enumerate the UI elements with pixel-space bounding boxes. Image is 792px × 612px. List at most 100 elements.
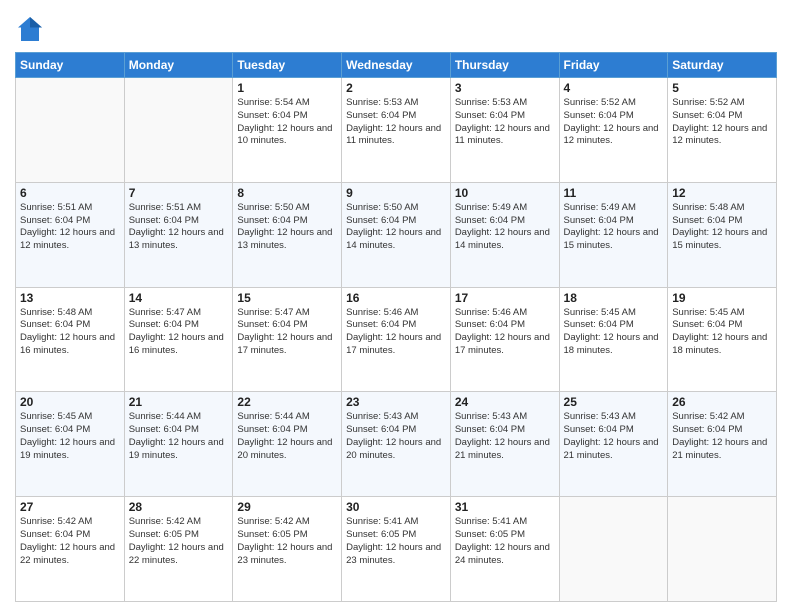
day-info: Sunrise: 5:42 AM Sunset: 6:05 PM Dayligh…: [237, 516, 337, 567]
day-info: Sunrise: 5:50 AM Sunset: 6:04 PM Dayligh…: [346, 202, 446, 253]
calendar-cell: 6 Sunrise: 5:51 AM Sunset: 6:04 PM Daylig…: [16, 182, 125, 287]
calendar-cell: 19 Sunrise: 5:45 AM Sunset: 6:04 PM Dayli…: [668, 287, 777, 392]
page: SundayMondayTuesdayWednesdayThursdayFrid…: [0, 0, 792, 612]
day-info: Sunrise: 5:42 AM Sunset: 6:04 PM Dayligh…: [672, 411, 772, 462]
day-info: Sunrise: 5:46 AM Sunset: 6:04 PM Dayligh…: [455, 307, 555, 358]
calendar-cell: 3 Sunrise: 5:53 AM Sunset: 6:04 PM Daylig…: [450, 78, 559, 183]
calendar-cell: 9 Sunrise: 5:50 AM Sunset: 6:04 PM Daylig…: [342, 182, 451, 287]
calendar-cell: 15 Sunrise: 5:47 AM Sunset: 6:04 PM Dayli…: [233, 287, 342, 392]
calendar-cell: 20 Sunrise: 5:45 AM Sunset: 6:04 PM Dayli…: [16, 392, 125, 497]
calendar-cell: 16Sunrise: 5:46 AM Sunset: 6:04 PM Dayli…: [342, 287, 451, 392]
calendar-cell: 11 Sunrise: 5:49 AM Sunset: 6:04 PM Dayli…: [559, 182, 668, 287]
day-number: 18: [564, 291, 664, 305]
day-info: Sunrise: 5:47 AM Sunset: 6:04 PM Dayligh…: [129, 307, 229, 358]
day-number: 14: [129, 291, 229, 305]
calendar-cell: 28 Sunrise: 5:42 AM Sunset: 6:05 PM Dayli…: [124, 497, 233, 602]
day-info: Sunrise: 5:50 AM Sunset: 6:04 PM Dayligh…: [237, 202, 337, 253]
day-number: 29: [237, 500, 337, 514]
day-info: Sunrise: 5:45 AM Sunset: 6:04 PM Dayligh…: [672, 307, 772, 358]
week-row-5: 27 Sunrise: 5:42 AM Sunset: 6:04 PM Dayli…: [16, 497, 777, 602]
week-row-4: 20 Sunrise: 5:45 AM Sunset: 6:04 PM Dayli…: [16, 392, 777, 497]
calendar-cell: 17 Sunrise: 5:46 AM Sunset: 6:04 PM Dayli…: [450, 287, 559, 392]
week-row-3: 13Sunrise: 5:48 AM Sunset: 6:04 PM Dayli…: [16, 287, 777, 392]
day-number: 13: [20, 291, 120, 305]
calendar-cell: 2 Sunrise: 5:53 AM Sunset: 6:04 PM Daylig…: [342, 78, 451, 183]
day-info: Sunrise: 5:43 AM Sunset: 6:04 PM Dayligh…: [455, 411, 555, 462]
calendar-cell: [668, 497, 777, 602]
weekday-header-thursday: Thursday: [450, 53, 559, 78]
day-info: Sunrise: 5:49 AM Sunset: 6:04 PM Dayligh…: [455, 202, 555, 253]
calendar-cell: 10 Sunrise: 5:49 AM Sunset: 6:04 PM Dayli…: [450, 182, 559, 287]
logo: [15, 14, 48, 44]
day-info: Sunrise: 5:53 AM Sunset: 6:04 PM Dayligh…: [346, 97, 446, 148]
day-number: 27: [20, 500, 120, 514]
day-info: Sunrise: 5:52 AM Sunset: 6:04 PM Dayligh…: [672, 97, 772, 148]
day-number: 11: [564, 186, 664, 200]
day-info: Sunrise: 5:44 AM Sunset: 6:04 PM Dayligh…: [129, 411, 229, 462]
day-info: Sunrise: 5:42 AM Sunset: 6:05 PM Dayligh…: [129, 516, 229, 567]
calendar-cell: 12Sunrise: 5:48 AM Sunset: 6:04 PM Dayli…: [668, 182, 777, 287]
week-row-1: 1Sunrise: 5:54 AM Sunset: 6:04 PM Daylig…: [16, 78, 777, 183]
day-number: 31: [455, 500, 555, 514]
calendar-cell: 7 Sunrise: 5:51 AM Sunset: 6:04 PM Daylig…: [124, 182, 233, 287]
calendar-cell: 18 Sunrise: 5:45 AM Sunset: 6:04 PM Dayli…: [559, 287, 668, 392]
day-number: 30: [346, 500, 446, 514]
day-info: Sunrise: 5:47 AM Sunset: 6:04 PM Dayligh…: [237, 307, 337, 358]
day-number: 23: [346, 395, 446, 409]
day-number: 8: [237, 186, 337, 200]
day-number: 9: [346, 186, 446, 200]
day-info: Sunrise: 5:45 AM Sunset: 6:04 PM Dayligh…: [564, 307, 664, 358]
day-number: 24: [455, 395, 555, 409]
weekday-header-sunday: Sunday: [16, 53, 125, 78]
day-number: 17: [455, 291, 555, 305]
calendar-cell: 5 Sunrise: 5:52 AM Sunset: 6:04 PM Daylig…: [668, 78, 777, 183]
calendar-cell: 23 Sunrise: 5:43 AM Sunset: 6:04 PM Dayli…: [342, 392, 451, 497]
day-number: 20: [20, 395, 120, 409]
day-number: 3: [455, 81, 555, 95]
day-info: Sunrise: 5:51 AM Sunset: 6:04 PM Dayligh…: [129, 202, 229, 253]
day-number: 22: [237, 395, 337, 409]
calendar-cell: 14 Sunrise: 5:47 AM Sunset: 6:04 PM Dayli…: [124, 287, 233, 392]
day-number: 2: [346, 81, 446, 95]
week-row-2: 6 Sunrise: 5:51 AM Sunset: 6:04 PM Daylig…: [16, 182, 777, 287]
weekday-header-row: SundayMondayTuesdayWednesdayThursdayFrid…: [16, 53, 777, 78]
day-info: Sunrise: 5:42 AM Sunset: 6:04 PM Dayligh…: [20, 516, 120, 567]
weekday-header-tuesday: Tuesday: [233, 53, 342, 78]
day-number: 28: [129, 500, 229, 514]
day-number: 10: [455, 186, 555, 200]
day-info: Sunrise: 5:53 AM Sunset: 6:04 PM Dayligh…: [455, 97, 555, 148]
day-info: Sunrise: 5:51 AM Sunset: 6:04 PM Dayligh…: [20, 202, 120, 253]
day-info: Sunrise: 5:45 AM Sunset: 6:04 PM Dayligh…: [20, 411, 120, 462]
calendar-cell: 22 Sunrise: 5:44 AM Sunset: 6:04 PM Dayli…: [233, 392, 342, 497]
calendar-cell: [16, 78, 125, 183]
day-number: 6: [20, 186, 120, 200]
calendar-cell: 25Sunrise: 5:43 AM Sunset: 6:04 PM Dayli…: [559, 392, 668, 497]
day-number: 12: [672, 186, 772, 200]
day-number: 26: [672, 395, 772, 409]
day-number: 15: [237, 291, 337, 305]
calendar-cell: 13Sunrise: 5:48 AM Sunset: 6:04 PM Dayli…: [16, 287, 125, 392]
calendar-cell: 29 Sunrise: 5:42 AM Sunset: 6:05 PM Dayli…: [233, 497, 342, 602]
day-info: Sunrise: 5:49 AM Sunset: 6:04 PM Dayligh…: [564, 202, 664, 253]
day-number: 5: [672, 81, 772, 95]
weekday-header-monday: Monday: [124, 53, 233, 78]
calendar-cell: 27 Sunrise: 5:42 AM Sunset: 6:04 PM Dayli…: [16, 497, 125, 602]
calendar-cell: 30Sunrise: 5:41 AM Sunset: 6:05 PM Dayli…: [342, 497, 451, 602]
day-number: 7: [129, 186, 229, 200]
weekday-header-saturday: Saturday: [668, 53, 777, 78]
calendar-cell: 21Sunrise: 5:44 AM Sunset: 6:04 PM Dayli…: [124, 392, 233, 497]
calendar-table: SundayMondayTuesdayWednesdayThursdayFrid…: [15, 52, 777, 602]
logo-icon: [15, 14, 45, 44]
day-info: Sunrise: 5:54 AM Sunset: 6:04 PM Dayligh…: [237, 97, 337, 148]
weekday-header-friday: Friday: [559, 53, 668, 78]
day-info: Sunrise: 5:41 AM Sunset: 6:05 PM Dayligh…: [455, 516, 555, 567]
calendar-cell: [559, 497, 668, 602]
calendar-cell: 24 Sunrise: 5:43 AM Sunset: 6:04 PM Dayli…: [450, 392, 559, 497]
calendar-cell: 1Sunrise: 5:54 AM Sunset: 6:04 PM Daylig…: [233, 78, 342, 183]
day-info: Sunrise: 5:52 AM Sunset: 6:04 PM Dayligh…: [564, 97, 664, 148]
calendar-cell: 4Sunrise: 5:52 AM Sunset: 6:04 PM Daylig…: [559, 78, 668, 183]
weekday-header-wednesday: Wednesday: [342, 53, 451, 78]
day-number: 19: [672, 291, 772, 305]
day-info: Sunrise: 5:44 AM Sunset: 6:04 PM Dayligh…: [237, 411, 337, 462]
day-info: Sunrise: 5:43 AM Sunset: 6:04 PM Dayligh…: [346, 411, 446, 462]
